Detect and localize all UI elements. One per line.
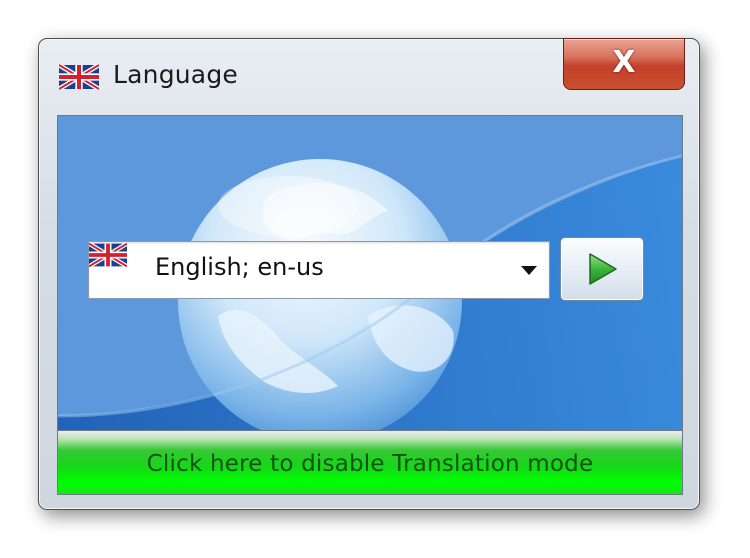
language-window: Language X English; en-us Click here to …: [38, 38, 700, 510]
disable-translation-bar[interactable]: Click here to disable Translation mode: [58, 430, 682, 494]
play-arrow-icon: [589, 253, 617, 285]
chevron-down-icon[interactable]: [521, 266, 537, 275]
language-dropdown[interactable]: English; en-us: [88, 241, 550, 299]
close-icon: X: [612, 45, 636, 80]
close-button[interactable]: X: [563, 38, 685, 90]
window-title: Language: [113, 60, 238, 89]
client-area: English; en-us Click here to disable Tra…: [57, 115, 683, 495]
title-bar[interactable]: Language X: [39, 38, 699, 115]
apply-language-button[interactable]: [560, 237, 644, 301]
uk-flag-icon: [89, 242, 127, 268]
translation-bar-label: Click here to disable Translation mode: [146, 451, 594, 477]
selected-language: English; en-us: [155, 253, 324, 281]
uk-flag-icon: [59, 64, 99, 90]
globe-background: English; en-us: [58, 116, 682, 430]
